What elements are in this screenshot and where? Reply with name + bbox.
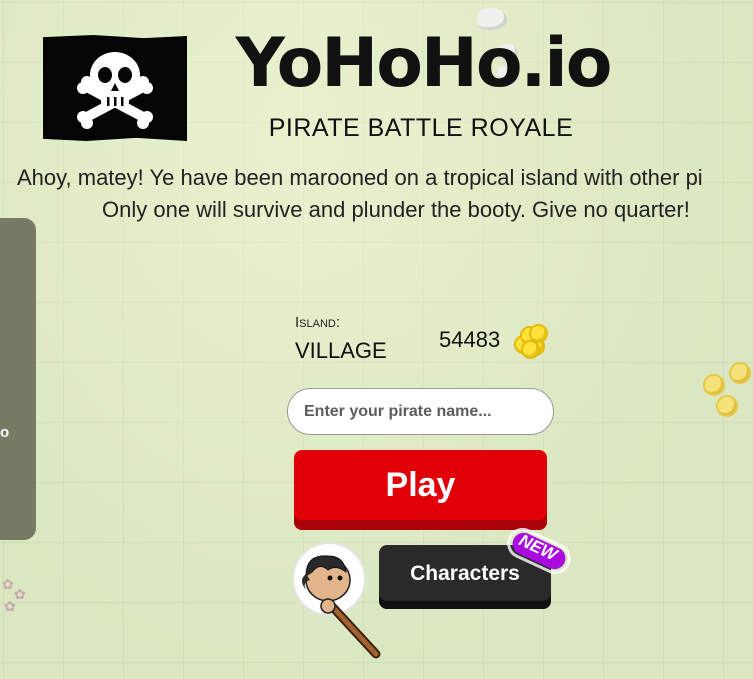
island-label: Island: bbox=[295, 314, 341, 331]
logo-title: YoHoHo.io bbox=[235, 24, 613, 103]
intro-line-1: Ahoy, matey! Ye have been marooned on a … bbox=[17, 165, 703, 190]
new-badge-icon: NEW bbox=[503, 527, 575, 575]
flower-decoration: ✿ bbox=[14, 587, 26, 603]
side-panel-text: o bbox=[0, 424, 10, 441]
intro-line-2: Only one will survive and plunder the bo… bbox=[102, 197, 690, 222]
pirate-avatar-icon[interactable] bbox=[292, 542, 381, 659]
coin-decoration bbox=[716, 395, 738, 417]
coin-decoration bbox=[729, 362, 751, 384]
logo-subtitle: PIRATE BATTLE ROYALE bbox=[268, 114, 574, 142]
play-button[interactable]: Play bbox=[294, 450, 547, 530]
flower-decoration: ✿ bbox=[4, 599, 16, 615]
coin-count: 54483 bbox=[439, 327, 501, 352]
gold-coins-icon bbox=[512, 323, 548, 359]
flower-decoration: ✿ bbox=[2, 577, 14, 593]
coin-decoration bbox=[703, 374, 725, 396]
side-panel[interactable] bbox=[0, 218, 36, 540]
island-name: VILLAGE bbox=[295, 338, 387, 363]
pirate-name-input[interactable] bbox=[287, 388, 554, 435]
skull-crossbones-flag-icon bbox=[43, 35, 187, 141]
